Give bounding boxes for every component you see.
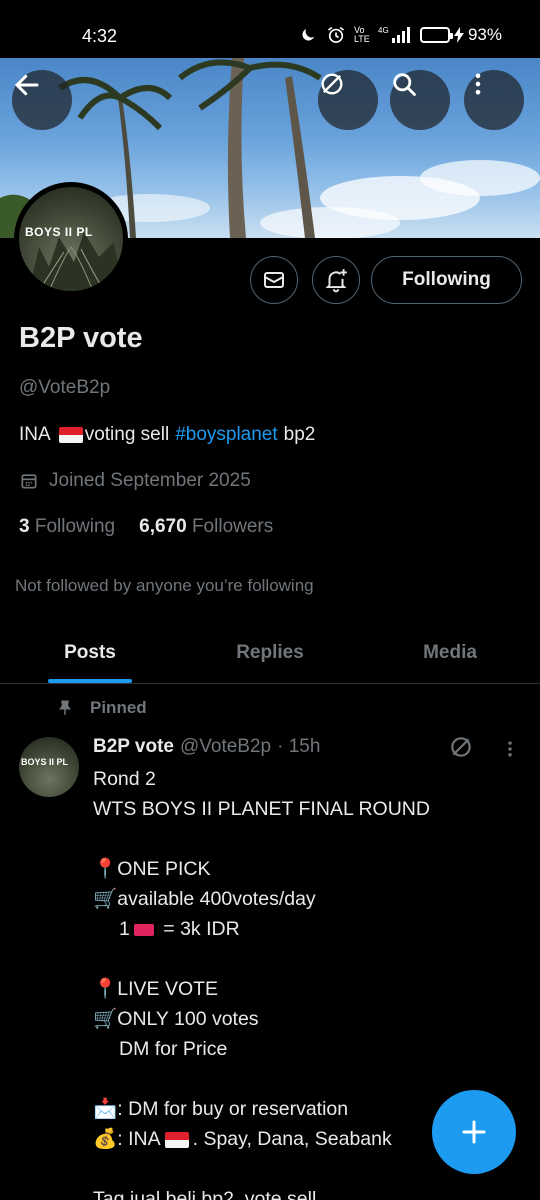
pinned-indicator: Pinned — [56, 698, 147, 718]
post-line-text: : INA — [117, 1128, 161, 1150]
post-more-button[interactable] — [500, 738, 520, 765]
bio-hashtag[interactable]: #boysplanet — [175, 424, 277, 446]
moon-icon — [298, 25, 318, 45]
post-author-name[interactable]: B2P vote — [93, 736, 174, 758]
post-line-text: ONLY 100 votes — [117, 1008, 259, 1030]
status-bar: 4:32 Vo LTE 4G 93% — [0, 0, 540, 58]
money-bag-icon: 💰 — [93, 1128, 118, 1150]
post-line-text: LIVE VOTE — [117, 978, 219, 1000]
avatar-text: BOYS II PL — [25, 225, 93, 239]
post-line: Tag jual beli bp2, vote sell — [93, 1188, 317, 1200]
indonesia-flag-icon — [164, 1131, 189, 1148]
followers-count: 6,670 — [139, 516, 187, 537]
following-count: 3 — [19, 516, 30, 537]
avatar-image — [29, 232, 123, 291]
post-line: WTS BOYS II PLANET FINAL ROUND — [93, 798, 430, 820]
bell-plus-icon — [325, 269, 347, 293]
post-line: 🛒ONLY 100 votes — [93, 1004, 533, 1034]
post-line-text: = 3k IDR — [157, 918, 240, 940]
bio: INA voting sell #boysplanet bp2 — [19, 424, 315, 446]
post-time: · 15h — [277, 736, 321, 757]
followers-label: Followers — [191, 516, 274, 537]
post-line: 1 = 3k IDR — [93, 914, 533, 944]
volte-indicator: Vo LTE — [353, 25, 370, 44]
tab-media[interactable]: Media — [360, 622, 540, 683]
more-vertical-icon — [475, 73, 481, 95]
post-line-text: ONE PICK — [117, 858, 211, 880]
bio-text: voting sell — [84, 424, 170, 445]
following-count-link[interactable]: 3 Following — [19, 516, 115, 538]
following-button[interactable]: Following — [371, 256, 522, 304]
notify-button[interactable] — [312, 256, 360, 304]
display-name: B2P vote — [19, 322, 143, 354]
envelope-icon — [264, 272, 284, 288]
post-translate-button[interactable] — [448, 734, 474, 765]
translate-off-icon — [451, 737, 471, 757]
compose-button[interactable] — [432, 1090, 516, 1174]
shopping-cart-icon: 🛒 — [93, 1008, 118, 1030]
post-line-text: 1 — [119, 918, 130, 940]
following-label: Following — [34, 516, 116, 537]
tab-posts[interactable]: Posts — [0, 622, 180, 683]
calendar-icon — [21, 474, 37, 489]
charging-icon — [453, 27, 464, 43]
followers-count-link[interactable]: 6,670 Followers — [139, 516, 273, 538]
post-line-text: : DM for buy or reservation — [117, 1098, 349, 1120]
back-button[interactable] — [12, 70, 72, 130]
pinned-label: Pinned — [90, 698, 147, 717]
follow-counts: 3 Following 6,670 Followers — [19, 516, 273, 538]
status-icons: Vo LTE 4G 93% — [298, 25, 502, 45]
not-followed-note: Not followed by anyone you’re following — [15, 576, 314, 595]
round-pushpin-icon: 📍 — [93, 858, 118, 880]
message-button[interactable] — [250, 256, 298, 304]
post-line-text: . Spay, Dana, Seabank — [192, 1128, 392, 1150]
bio-prefix: INA — [19, 424, 51, 445]
alarm-icon — [326, 25, 346, 45]
user-handle: @VoteB2p — [19, 377, 111, 398]
joined-text: Joined September 2025 — [49, 470, 251, 491]
profile-tabs: Posts Replies Media — [0, 622, 540, 684]
post-author-handle[interactable]: @VoteB2p — [180, 736, 271, 758]
network-type: 4G — [378, 26, 389, 35]
battery-percent: 93% — [467, 25, 502, 44]
post-line-text: available 400votes/day — [117, 888, 316, 910]
pin-icon — [59, 700, 71, 715]
post-line: DM for Price — [119, 1038, 228, 1060]
post-line: 📍ONE PICK — [93, 854, 533, 884]
search-icon — [393, 73, 416, 96]
joined-date: Joined September 2025 — [19, 470, 251, 492]
round-pushpin-icon: 📍 — [93, 978, 118, 1000]
ticket-icon — [133, 923, 154, 936]
arrow-left-icon — [14, 74, 39, 96]
post-avatar-text: BOYS II PL — [21, 757, 69, 767]
bio-suffix: bp2 — [283, 424, 316, 445]
envelope-arrow-icon: 📩 — [93, 1098, 118, 1120]
battery-icon — [419, 27, 453, 43]
battery-indicator: 93% — [419, 25, 502, 45]
post-line: 📍LIVE VOTE — [93, 974, 533, 1004]
signal-icon: 4G — [378, 25, 412, 45]
status-time: 4:32 — [82, 26, 118, 46]
tab-replies[interactable]: Replies — [180, 622, 360, 683]
post-header: B2P vote @VoteB2p · 15h — [93, 736, 320, 758]
post-line: Rond 2 — [93, 768, 156, 790]
post-line: 🛒available 400votes/day — [93, 884, 533, 914]
shopping-cart-icon: 🛒 — [93, 888, 118, 910]
more-options-button[interactable] — [464, 70, 524, 130]
translate-button[interactable] — [318, 70, 378, 130]
more-vertical-icon — [508, 741, 512, 757]
post-avatar[interactable]: BOYS II PL — [19, 737, 79, 797]
profile-avatar[interactable]: BOYS II PL — [14, 182, 128, 296]
plus-icon — [462, 1120, 486, 1144]
translate-off-icon — [321, 73, 343, 95]
search-button[interactable] — [390, 70, 450, 130]
indonesia-flag-icon — [58, 427, 83, 443]
